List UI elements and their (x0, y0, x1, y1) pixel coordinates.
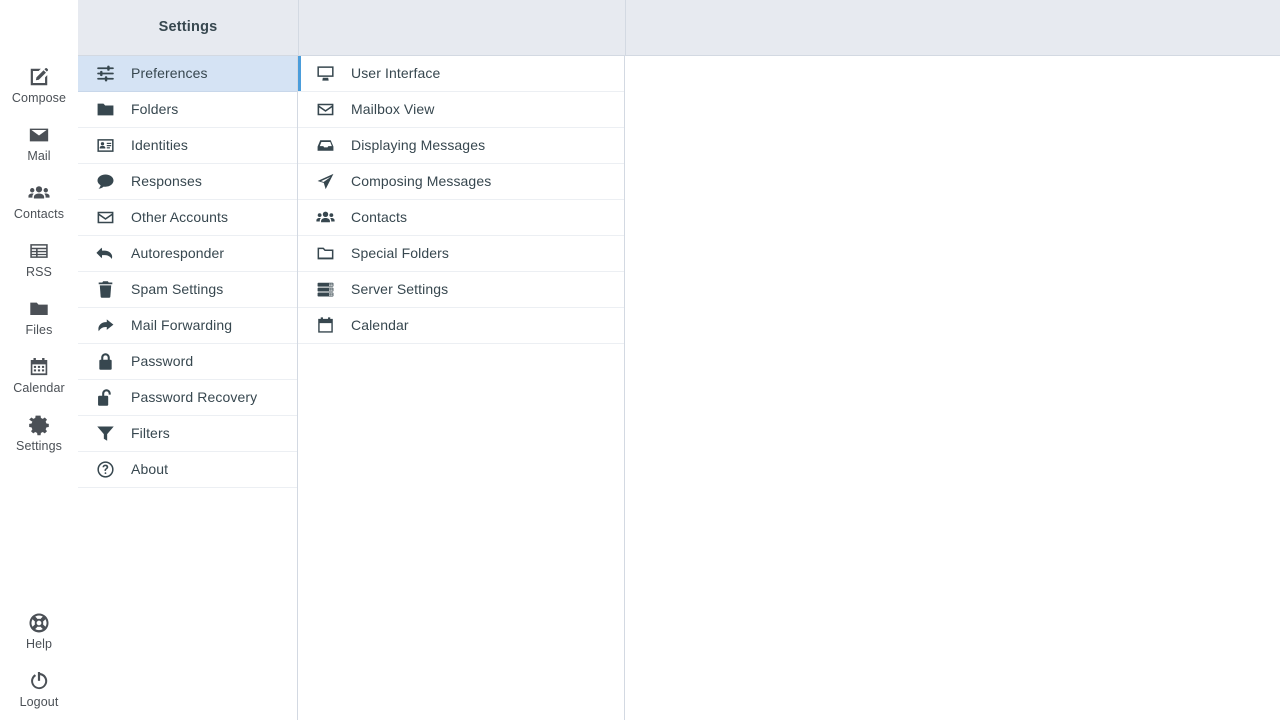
lock-open-icon (96, 388, 115, 407)
settings-item-label: Responses (131, 173, 202, 189)
server-stack-icon (316, 280, 335, 299)
calendar-icon (28, 356, 50, 378)
taskbar-label-help: Help (25, 637, 53, 651)
settings-item-responses[interactable]: Responses (78, 164, 297, 200)
settings-item-identities[interactable]: Identities (78, 128, 297, 164)
speech-bubble-icon (96, 172, 115, 191)
envelope-open-icon (96, 208, 115, 227)
settings-item-label: Other Accounts (131, 209, 229, 225)
funnel-icon (96, 424, 115, 443)
content-columns: Preferences Folders Identities Responses… (78, 56, 1280, 720)
preferences-item-label: Mailbox View (351, 101, 435, 117)
preferences-item-label: User Interface (351, 65, 441, 81)
settings-item-label: About (131, 461, 169, 477)
settings-item-label: Autoresponder (131, 245, 225, 261)
folder-outline-icon (316, 244, 335, 263)
taskbar-item-files[interactable]: Files (0, 290, 78, 348)
reply-all-icon (96, 244, 115, 263)
trash-icon (96, 280, 115, 299)
preferences-item-label: Displaying Messages (351, 137, 486, 153)
taskbar-label-compose: Compose (11, 91, 67, 105)
taskbar-label-mail: Mail (27, 149, 51, 163)
preferences-item-label: Composing Messages (351, 173, 492, 189)
settings-item-password[interactable]: Password (78, 344, 297, 380)
header-divider-right (625, 0, 626, 55)
question-circle-icon (96, 460, 115, 479)
settings-item-label: Identities (131, 137, 189, 153)
settings-item-about[interactable]: About (78, 452, 297, 488)
preferences-item-displaying-messages[interactable]: Displaying Messages (298, 128, 624, 164)
settings-item-label: Password (131, 353, 194, 369)
taskbar-label-rss: RSS (25, 265, 52, 279)
preferences-item-contacts[interactable]: Contacts (298, 200, 624, 236)
taskbar-label-contacts: Contacts (13, 207, 65, 221)
settings-item-filters[interactable]: Filters (78, 416, 297, 452)
mail-icon (28, 124, 50, 146)
preferences-item-calendar[interactable]: Calendar (298, 308, 624, 344)
contact-card-icon (96, 136, 115, 155)
taskbar-item-settings[interactable]: Settings (0, 406, 78, 464)
taskbar-item-help[interactable]: Help (0, 604, 78, 662)
header-bar: Settings (78, 0, 1280, 56)
contacts-icon (28, 182, 50, 204)
calendar-icon (316, 316, 335, 335)
preferences-item-server-settings[interactable]: Server Settings (298, 272, 624, 308)
preferences-item-composing-messages[interactable]: Composing Messages (298, 164, 624, 200)
primary-taskbar: Compose Mail Contacts RSS Files Calendar… (0, 0, 78, 720)
settings-item-mail-forwarding[interactable]: Mail Forwarding (78, 308, 297, 344)
preferences-item-label: Contacts (351, 209, 408, 225)
sliders-icon (96, 64, 115, 83)
preferences-item-label: Calendar (351, 317, 409, 333)
settings-item-folders[interactable]: Folders (78, 92, 297, 128)
files-icon (28, 298, 50, 320)
preferences-item-mailbox-view[interactable]: Mailbox View (298, 92, 624, 128)
taskbar-item-rss[interactable]: RSS (0, 232, 78, 290)
taskbar-label-settings: Settings (16, 439, 62, 453)
contacts-icon (316, 208, 335, 227)
settings-item-label: Preferences (131, 65, 208, 81)
compose-icon (28, 66, 50, 88)
taskbar-item-logout[interactable]: Logout (0, 662, 78, 720)
paper-plane-icon (316, 172, 335, 191)
settings-item-label: Filters (131, 425, 170, 441)
taskbar-item-compose[interactable]: Compose (0, 58, 78, 116)
settings-item-password-recovery[interactable]: Password Recovery (78, 380, 297, 416)
logout-power-icon (28, 670, 50, 692)
taskbar-item-contacts[interactable]: Contacts (0, 174, 78, 232)
settings-item-label: Password Recovery (131, 389, 258, 405)
preferences-item-special-folders[interactable]: Special Folders (298, 236, 624, 272)
preferences-sections-list: User Interface Mailbox View Displaying M… (298, 56, 624, 344)
preferences-sections-panel: User Interface Mailbox View Displaying M… (298, 56, 625, 720)
settings-gear-icon (28, 414, 50, 436)
header-divider-left (298, 0, 299, 55)
settings-sections-list: Preferences Folders Identities Responses… (78, 56, 297, 488)
preferences-item-label: Special Folders (351, 245, 449, 261)
settings-item-label: Folders (131, 101, 179, 117)
taskbar-item-calendar[interactable]: Calendar (0, 348, 78, 406)
preferences-item-user-interface[interactable]: User Interface (298, 56, 624, 92)
envelope-icon (316, 100, 335, 119)
settings-item-label: Spam Settings (131, 281, 224, 297)
settings-item-other-accounts[interactable]: Other Accounts (78, 200, 297, 236)
monitor-icon (316, 64, 335, 83)
settings-item-autoresponder[interactable]: Autoresponder (78, 236, 297, 272)
folder-filled-icon (96, 100, 115, 119)
forward-arrow-icon (96, 316, 115, 335)
taskbar-item-mail[interactable]: Mail (0, 116, 78, 174)
settings-sections-panel: Preferences Folders Identities Responses… (78, 56, 298, 720)
settings-item-spam-settings[interactable]: Spam Settings (78, 272, 297, 308)
page-title: Settings (158, 19, 218, 35)
rss-icon (28, 240, 50, 262)
settings-item-label: Mail Forwarding (131, 317, 233, 333)
lock-closed-icon (96, 352, 115, 371)
taskbar-label-logout: Logout (19, 695, 59, 709)
help-lifebuoy-icon (28, 612, 50, 634)
settings-item-preferences[interactable]: Preferences (78, 56, 297, 92)
preferences-content-panel (625, 56, 1280, 720)
taskbar-label-calendar: Calendar (13, 381, 65, 395)
taskbar-label-files: Files (25, 323, 53, 337)
webmail-app: Compose Mail Contacts RSS Files Calendar… (0, 0, 1280, 720)
preferences-item-label: Server Settings (351, 281, 449, 297)
inbox-tray-icon (316, 136, 335, 155)
